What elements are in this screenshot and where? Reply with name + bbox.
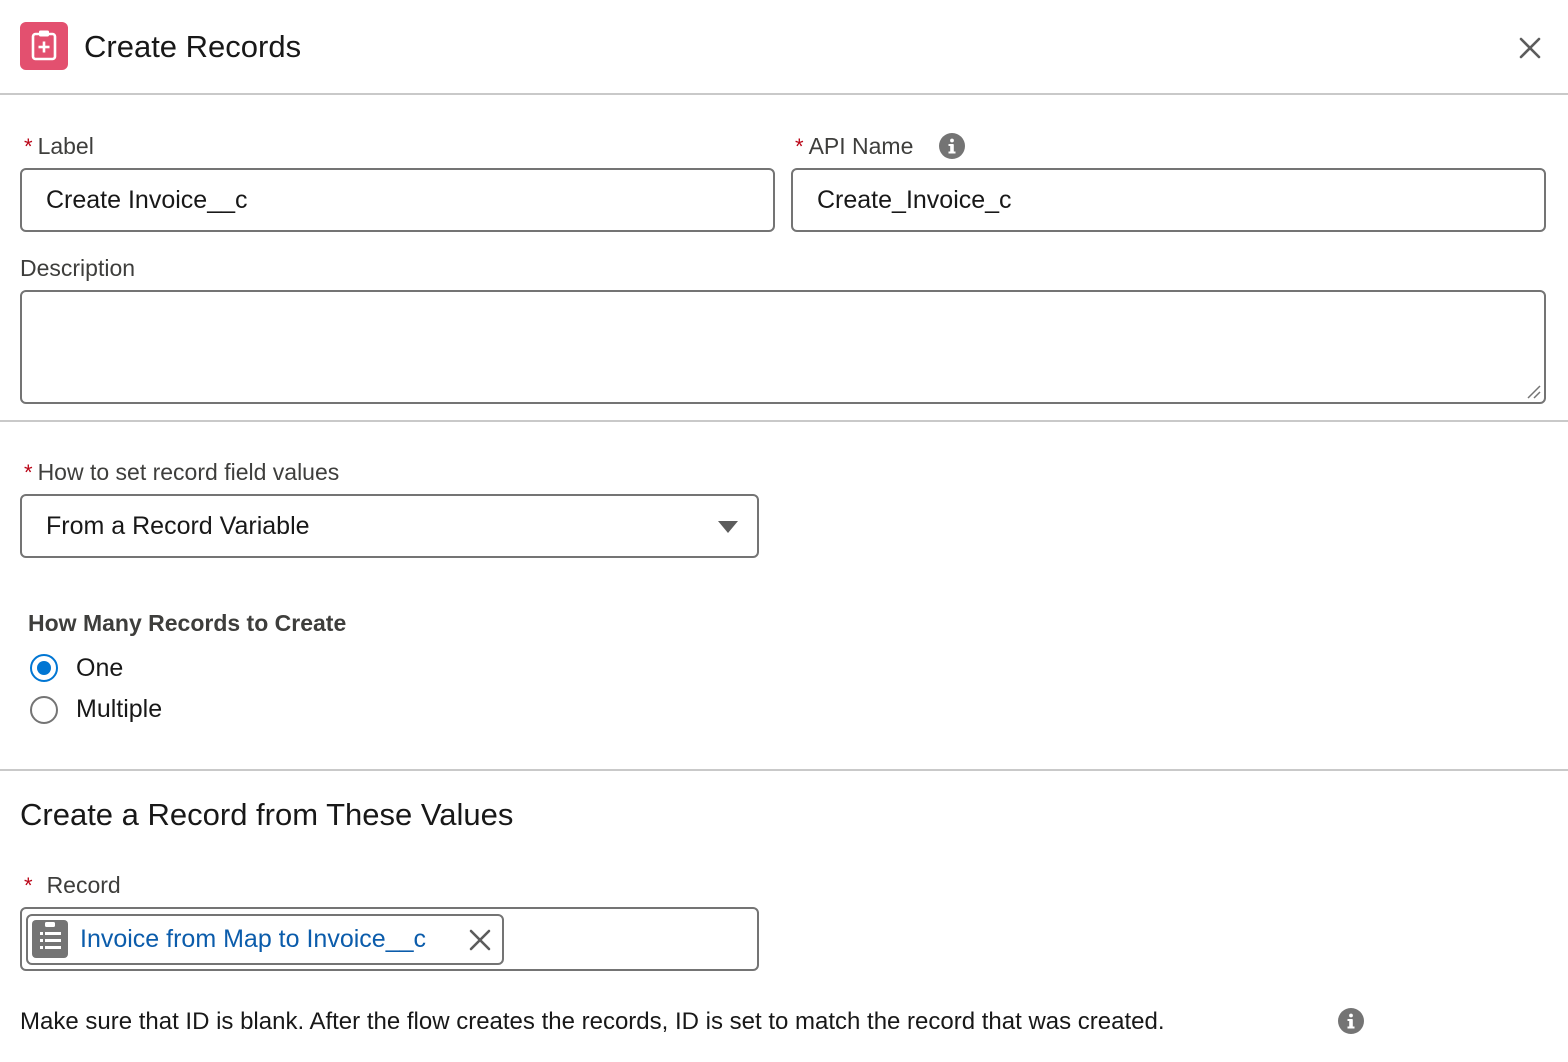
required-marker: * [795, 134, 804, 159]
help-text: Make sure that ID is blank. After the fl… [20, 1008, 1165, 1035]
close-button[interactable] [1512, 30, 1548, 66]
section-divider [0, 420, 1568, 422]
radio-one[interactable] [30, 654, 58, 682]
remove-pill-button[interactable] [467, 927, 493, 953]
create-records-icon [20, 22, 68, 70]
select-value: From a Record Variable [46, 512, 310, 540]
description-label: Description [20, 255, 136, 281]
page-title: Create Records [84, 29, 302, 64]
chevron-down-icon [718, 521, 738, 533]
radio-one-label[interactable]: One [76, 654, 123, 683]
remove-icon [469, 929, 491, 951]
record-list-icon [32, 920, 68, 958]
close-icon [1519, 37, 1541, 59]
how-many-heading: How Many Records to Create [28, 610, 347, 636]
section-divider [0, 769, 1568, 771]
how-to-set-select[interactable]: From a Record Variable [20, 494, 759, 558]
required-marker: * [24, 134, 33, 159]
required-marker: * [24, 873, 33, 898]
api-name-input[interactable] [791, 168, 1546, 232]
description-textarea[interactable] [20, 290, 1546, 404]
radio-multiple-label[interactable]: Multiple [76, 695, 162, 724]
api-name-field-label: * API Name [795, 133, 914, 159]
required-marker: * [24, 460, 33, 485]
label-field-label: * Label [24, 133, 94, 159]
record-section-heading: Create a Record from These Values [20, 797, 514, 832]
record-pill-label[interactable]: Invoice from Map to Invoice__c [80, 925, 426, 954]
resize-handle-icon[interactable] [1524, 382, 1542, 400]
info-icon[interactable] [939, 133, 965, 159]
radio-multiple[interactable] [30, 696, 58, 724]
how-to-set-label: * How to set record field values [24, 459, 340, 485]
record-field-label: * Record [24, 872, 121, 898]
info-icon[interactable] [1338, 1008, 1364, 1034]
label-input[interactable] [20, 168, 775, 232]
